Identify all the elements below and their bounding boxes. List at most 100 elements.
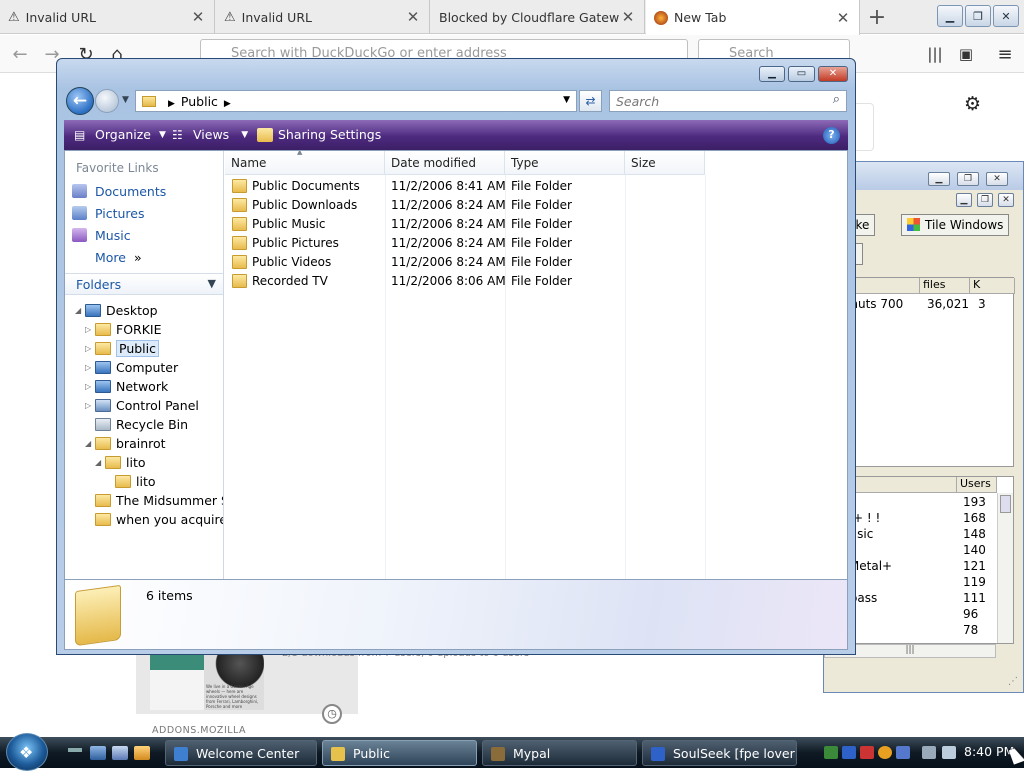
column-header-size[interactable]: Size <box>625 151 705 175</box>
table-row[interactable]: Public Videos 11/2/2006 8:24 AM File Folde… <box>225 253 847 272</box>
browser-tab-2[interactable]: ⚠ Invalid URL ✕ <box>216 0 430 34</box>
breadcrumb-separator-icon[interactable]: ▶ <box>168 99 175 109</box>
taskbar-public[interactable]: Public <box>322 740 477 766</box>
column-header-date[interactable]: Date modified <box>385 151 505 175</box>
show-desktop-icon[interactable] <box>90 746 106 760</box>
help-button[interactable]: ? <box>823 127 840 144</box>
back-button[interactable]: ← <box>66 87 94 115</box>
tree-item[interactable]: ▷ Computer <box>85 358 178 377</box>
network-icon[interactable] <box>922 746 936 759</box>
search-icon[interactable]: ⌕ <box>833 92 840 107</box>
search-input[interactable]: Search ⌕ <box>609 90 847 112</box>
organize-button[interactable]: ▤ Organize ▼ <box>74 127 166 142</box>
maximize-button[interactable]: ❐ <box>957 172 979 186</box>
vertical-scrollbar[interactable] <box>997 493 1013 643</box>
sharing-settings-button[interactable]: Sharing Settings <box>257 127 381 142</box>
tree-item[interactable]: ▷ FORKIE <box>85 320 162 339</box>
column-header-name[interactable]: Name ▲ <box>225 151 385 175</box>
back-arrow-icon[interactable]: ← <box>8 42 32 66</box>
favorite-music[interactable]: Music <box>72 225 131 245</box>
minimize-button[interactable]: ▁ <box>937 5 963 27</box>
browser-tab-4[interactable]: New Tab ✕ <box>646 0 860 35</box>
tree-item[interactable]: ◢ lito <box>95 453 146 472</box>
column-header-type[interactable]: Type <box>505 151 625 175</box>
minimize-button[interactable]: ▁ <box>759 66 785 82</box>
tree-item[interactable]: lito <box>105 472 156 491</box>
tray-icon[interactable] <box>842 746 856 759</box>
taskbar-welcome-center[interactable]: Welcome Center <box>165 740 317 766</box>
table-row[interactable]: Recorded TV 11/2/2006 8:06 AM File Folder <box>225 272 847 291</box>
taskbar-soulseek[interactable]: SoulSeek [fpe lover] ... <box>642 740 797 766</box>
column-header[interactable]: Users <box>957 477 997 493</box>
gear-icon[interactable]: ⚙ <box>964 93 981 115</box>
tree-item[interactable]: The Midsummer Sta <box>85 491 223 510</box>
forward-button[interactable] <box>95 89 119 113</box>
restore-button[interactable]: ❐ <box>965 5 991 27</box>
child-close-button[interactable]: ✕ <box>998 193 1014 207</box>
close-button[interactable]: ✕ <box>818 66 848 82</box>
library-icon[interactable]: ||| <box>924 43 946 65</box>
sidebar-icon[interactable]: ▣ <box>955 43 977 65</box>
favorite-documents[interactable]: Documents <box>72 181 166 201</box>
tree-item[interactable]: ◢ brainrot <box>85 434 166 453</box>
maximize-button[interactable]: ▭ <box>788 66 815 82</box>
address-dropdown-icon[interactable]: ▼ <box>563 95 570 105</box>
table-row[interactable]: Public Pictures 11/2/2006 8:24 AM File Fol… <box>225 234 847 253</box>
tree-expander-icon[interactable]: ▷ <box>85 325 95 334</box>
recent-pages-dropdown-icon[interactable]: ▼ <box>122 95 129 105</box>
tray-icon[interactable] <box>824 746 838 759</box>
tree-item[interactable]: ▷ Network <box>85 377 168 396</box>
clock[interactable]: 8:40 PM <box>964 744 1014 759</box>
tree-expander-icon[interactable]: ◢ <box>95 458 105 467</box>
start-button[interactable]: ❖ <box>6 733 48 771</box>
close-tab-icon[interactable]: ✕ <box>190 8 206 26</box>
favorite-pictures[interactable]: Pictures <box>72 203 145 223</box>
refresh-button[interactable]: ⇄ <box>579 90 602 112</box>
column-header[interactable]: K <box>970 278 1015 294</box>
tree-expander-icon[interactable]: ▷ <box>85 344 95 353</box>
tree-expander-icon[interactable]: ▷ <box>85 363 95 372</box>
child-restore-button[interactable]: ❐ <box>977 193 993 207</box>
close-tab-icon[interactable]: ✕ <box>620 8 636 26</box>
tree-item[interactable]: ◢ Desktop <box>75 301 158 320</box>
tree-expander-icon[interactable]: ◢ <box>75 306 85 315</box>
close-window-button[interactable]: ✕ <box>993 5 1019 27</box>
hamburger-menu-icon[interactable]: ≡ <box>994 43 1016 65</box>
new-tab-button[interactable]: + <box>862 0 892 34</box>
minimize-button[interactable]: ▁ <box>928 172 950 186</box>
child-minimize-button[interactable]: ▁ <box>956 193 972 207</box>
tree-expander-icon[interactable]: ▷ <box>85 401 95 410</box>
table-row[interactable]: Public Documents 11/2/2006 8:41 AM File Fo… <box>225 177 847 196</box>
favorite-more[interactable]: More » <box>95 247 142 267</box>
tree-item[interactable]: Recycle Bin <box>85 415 188 434</box>
tray-icon[interactable] <box>896 746 910 759</box>
tree-item[interactable]: ▷ Public <box>85 339 159 358</box>
folders-header[interactable]: Folders ▼ <box>65 273 223 295</box>
breadcrumb-public[interactable]: Public <box>181 94 218 109</box>
views-button[interactable]: ☷ Views ▼ <box>172 127 248 142</box>
resize-grip-icon[interactable]: ⋰ <box>1008 676 1018 687</box>
tree-expander-icon[interactable]: ◢ <box>85 439 95 448</box>
tree-item[interactable]: when you acquire th <box>85 510 223 529</box>
address-bar[interactable]: ▶ Public ▶ ▼ <box>135 90 577 112</box>
table-row[interactable]: Public Music 11/2/2006 8:24 AM File Folder <box>225 215 847 234</box>
breadcrumb-separator-icon[interactable]: ▶ <box>224 99 231 109</box>
browser-tab-1[interactable]: ⚠ Invalid URL ✕ <box>0 0 215 34</box>
switch-windows-icon[interactable] <box>112 746 128 760</box>
taskbar-mypal[interactable]: Mypal <box>482 740 637 766</box>
tile-windows-button[interactable]: Tile Windows <box>901 214 1010 236</box>
tree-expander-icon[interactable]: ▷ <box>85 382 95 391</box>
tree-item[interactable]: ▷ Control Panel <box>85 396 199 415</box>
column-header[interactable]: files <box>920 278 970 294</box>
tray-icon[interactable] <box>878 746 892 759</box>
close-tab-icon[interactable]: ✕ <box>405 8 421 26</box>
volume-icon[interactable] <box>942 746 956 759</box>
browser-tab-3[interactable]: Blocked by Cloudflare Gateway ✕ <box>431 0 645 34</box>
table-row[interactable]: Public Downloads 11/2/2006 8:24 AM File Fo… <box>225 196 847 215</box>
tray-icon[interactable] <box>860 746 874 759</box>
close-tab-icon[interactable]: ✕ <box>835 9 851 27</box>
media-player-icon[interactable] <box>134 746 150 760</box>
quicklaunch-expand-icon[interactable] <box>68 748 82 752</box>
close-button[interactable]: ✕ <box>986 172 1008 186</box>
top-site-tile[interactable] <box>856 103 874 151</box>
